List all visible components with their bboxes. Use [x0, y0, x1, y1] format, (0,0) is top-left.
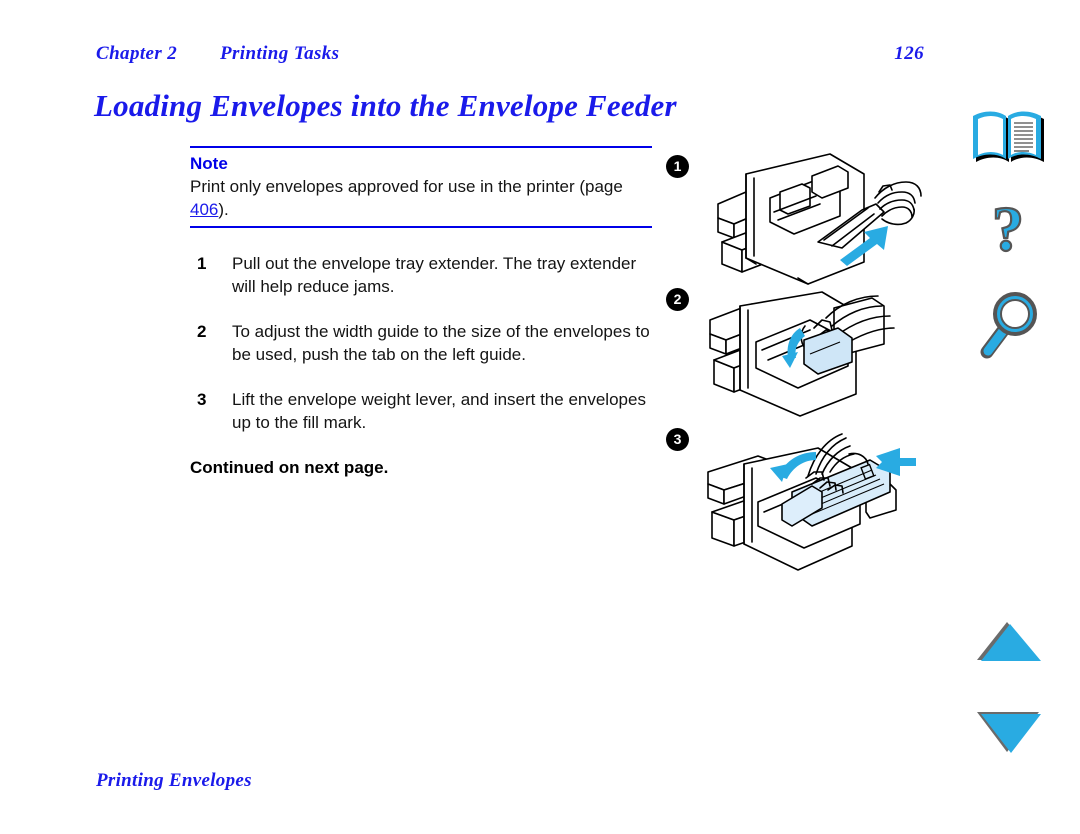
callout-number-2: 2 — [666, 288, 689, 311]
note-label: Note — [190, 154, 228, 173]
steps-list: 1 Pull out the envelope tray extender. T… — [190, 252, 652, 434]
step-number: 1 — [197, 254, 207, 273]
triangle-up-icon[interactable] — [975, 620, 1043, 664]
text-column: Note Print only envelopes approved for u… — [190, 146, 652, 479]
header-page-number: 126 — [894, 43, 924, 64]
note-text-before: Print only envelopes approved for use in… — [190, 177, 623, 196]
question-mark-icon[interactable]: ? — [975, 196, 1041, 272]
step-text: Lift the envelope weight lever, and inse… — [232, 390, 646, 432]
page-footer: Printing Envelopes — [96, 770, 252, 791]
illustration-2 — [706, 290, 921, 435]
navigation-rail: ? — [955, 0, 1065, 834]
document-page: Chapter 2 Printing Tasks 126 Loading Env… — [0, 0, 1080, 834]
step-text: Pull out the envelope tray extender. The… — [232, 254, 637, 296]
step-item: 1 Pull out the envelope tray extender. T… — [190, 252, 652, 298]
header-chapter: Chapter 2 — [96, 43, 178, 64]
note-text: Print only envelopes approved for use in… — [190, 175, 652, 221]
illustration-3 — [700, 430, 930, 580]
magnifier-icon[interactable] — [975, 288, 1043, 360]
note-text-after: ). — [218, 200, 229, 219]
continued-note: Continued on next page. — [190, 458, 389, 477]
note-bottom-rule — [190, 226, 652, 228]
step-number: 2 — [197, 322, 207, 341]
callout-number-3: 3 — [666, 428, 689, 451]
illustration-1 — [712, 146, 922, 286]
triangle-down-icon[interactable] — [975, 710, 1043, 754]
step-text: To adjust the width guide to the size of… — [232, 322, 650, 364]
step-number: 3 — [197, 390, 207, 409]
step-item: 2 To adjust the width guide to the size … — [190, 320, 652, 366]
note-block: Note Print only envelopes approved for u… — [190, 146, 652, 228]
page-title: Loading Envelopes into the Envelope Feed… — [94, 88, 677, 123]
running-header: Chapter 2 Printing Tasks 126 — [96, 43, 1020, 67]
header-section: Printing Tasks — [220, 43, 340, 64]
note-body: Note Print only envelopes approved for u… — [190, 148, 652, 226]
step-item: 3 Lift the envelope weight lever, and in… — [190, 388, 652, 434]
open-book-icon[interactable] — [969, 110, 1051, 172]
callout-number-1: 1 — [666, 155, 689, 178]
svg-text:?: ? — [992, 196, 1024, 264]
note-page-link[interactable]: 406 — [190, 200, 218, 219]
